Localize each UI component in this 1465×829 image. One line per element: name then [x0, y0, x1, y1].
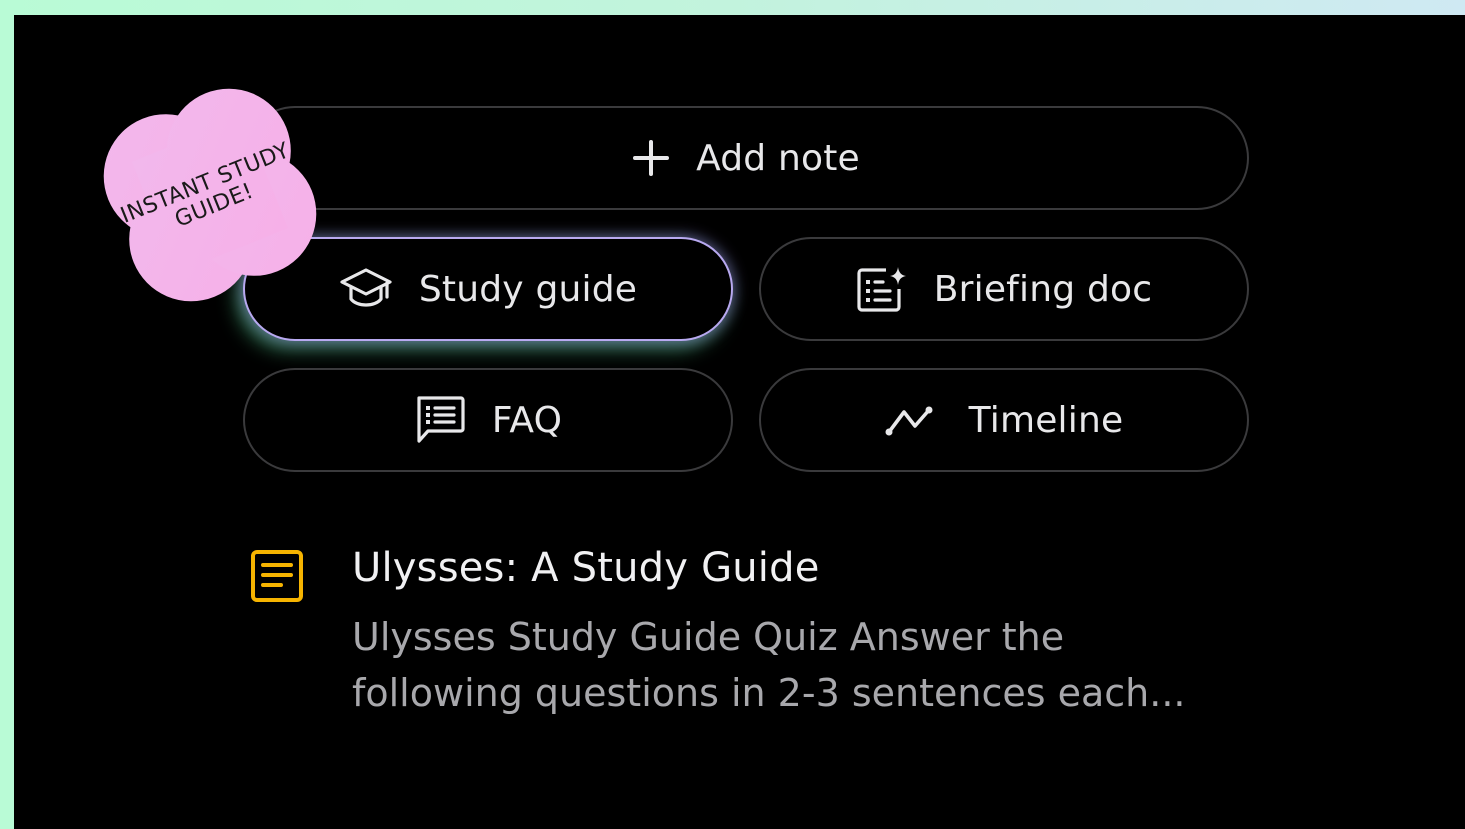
add-note-button[interactable]: Add note — [243, 106, 1249, 210]
add-note-label: Add note — [696, 137, 860, 179]
timeline-label: Timeline — [968, 399, 1124, 441]
faq-label: FAQ — [491, 399, 563, 441]
note-title: Ulysses: A Study Guide — [352, 545, 820, 591]
note-snippet: Ulysses Study Guide Quiz Answer the foll… — [352, 615, 1186, 715]
instant-study-guide-sticker: INSTANT STUDY GUIDE! — [80, 65, 340, 325]
study-guide-label: Study guide — [418, 268, 638, 310]
timeline-button[interactable]: Timeline — [759, 368, 1249, 472]
note-list-item[interactable]: Ulysses: A Study Guide Ulysses Study Gui… — [250, 545, 1230, 725]
briefing-doc-label: Briefing doc — [933, 268, 1153, 310]
trend-line-icon — [885, 402, 943, 438]
doc-sparkle-icon — [856, 265, 908, 313]
plus-icon — [632, 139, 670, 177]
faq-button[interactable]: FAQ — [243, 368, 733, 472]
note-doc-icon — [250, 549, 304, 607]
briefing-doc-button[interactable]: Briefing doc — [759, 237, 1249, 341]
chat-list-icon — [414, 395, 466, 445]
notebook-panel: Add note Study guide Briefing doc FAQ Ti… — [14, 15, 1465, 829]
